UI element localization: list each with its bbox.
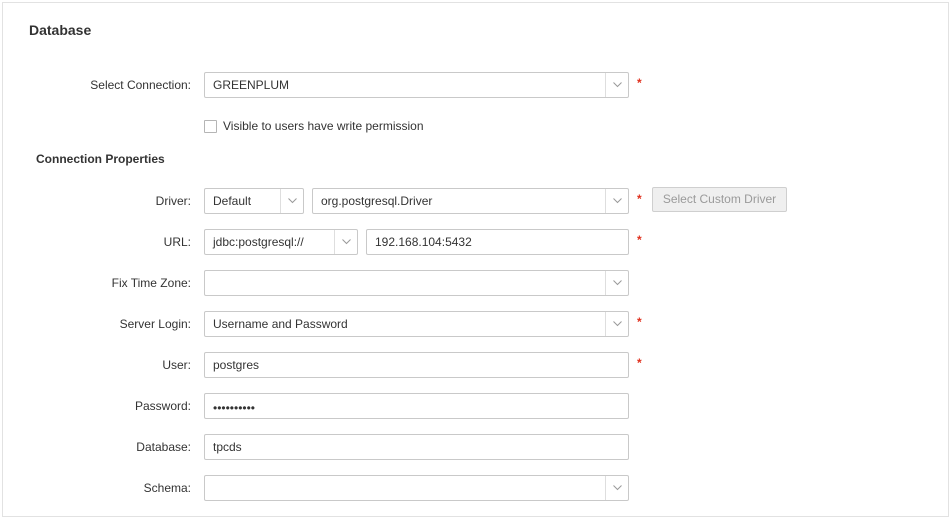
schema-label: Schema:: [143, 481, 191, 495]
url-label: URL:: [163, 235, 191, 249]
user-label: User:: [162, 358, 191, 372]
required-marker: *: [637, 315, 642, 329]
driver-type-value: Default: [213, 194, 252, 208]
url-prefix-value: jdbc:postgresql://: [213, 235, 304, 249]
chevron-down-icon[interactable]: [334, 230, 357, 254]
url-host-input[interactable]: 192.168.104:5432: [366, 229, 629, 255]
database-input[interactable]: tpcds: [204, 434, 629, 460]
select-connection-dropdown[interactable]: GREENPLUM: [204, 72, 629, 98]
server-login-dropdown[interactable]: Username and Password: [204, 311, 629, 337]
chevron-down-icon[interactable]: [605, 271, 628, 295]
database-label: Database:: [136, 440, 191, 454]
required-marker: *: [637, 76, 642, 90]
driver-type-dropdown[interactable]: Default: [204, 188, 304, 214]
select-connection-label: Select Connection:: [90, 78, 191, 92]
chevron-down-icon[interactable]: [605, 73, 628, 97]
password-value: ••••••••••: [213, 401, 256, 415]
server-login-label: Server Login:: [119, 317, 191, 331]
driver-label: Driver:: [155, 194, 191, 208]
url-host-value: 192.168.104:5432: [375, 235, 472, 249]
database-value: tpcds: [213, 440, 242, 454]
select-connection-value: GREENPLUM: [213, 78, 290, 92]
password-input[interactable]: ••••••••••: [204, 393, 629, 419]
chevron-down-icon[interactable]: [605, 189, 628, 213]
visible-checkbox-label: Visible to users have write permission: [223, 119, 424, 133]
select-custom-driver-button[interactable]: Select Custom Driver: [652, 187, 787, 212]
chevron-down-icon[interactable]: [605, 476, 628, 500]
chevron-down-icon[interactable]: [280, 189, 303, 213]
user-input[interactable]: postgres: [204, 352, 629, 378]
server-login-value: Username and Password: [213, 317, 348, 331]
chevron-down-icon[interactable]: [605, 312, 628, 336]
visible-checkbox[interactable]: [204, 120, 217, 133]
fix-time-zone-label: Fix Time Zone:: [111, 276, 191, 290]
driver-class-value: org.postgresql.Driver: [321, 194, 433, 208]
section-title: Database: [29, 22, 92, 38]
required-marker: *: [637, 192, 642, 206]
connection-properties-title: Connection Properties: [36, 152, 165, 166]
required-marker: *: [637, 356, 642, 370]
user-value: postgres: [213, 358, 260, 372]
password-label: Password:: [134, 399, 191, 413]
driver-class-dropdown[interactable]: org.postgresql.Driver: [312, 188, 629, 214]
required-marker: *: [637, 233, 642, 247]
schema-dropdown[interactable]: [204, 475, 629, 501]
fix-time-zone-dropdown[interactable]: [204, 270, 629, 296]
url-prefix-dropdown[interactable]: jdbc:postgresql://: [204, 229, 358, 255]
